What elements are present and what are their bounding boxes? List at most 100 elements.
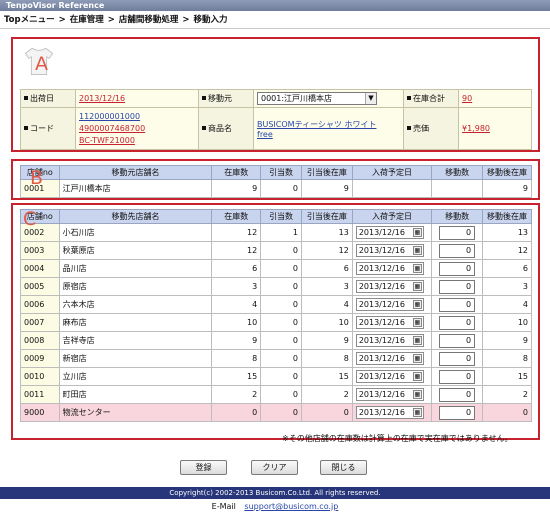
arrival-date-input[interactable]: 2013/12/16 ▦ [355, 388, 424, 401]
arrival-date-input[interactable]: 2013/12/16 ▦ [355, 316, 424, 329]
move-qty-cell: 0 [431, 241, 484, 260]
move-qty-input[interactable]: 0 [439, 279, 476, 294]
breadcrumb-separator: > [182, 15, 190, 25]
calendar-icon[interactable]: ▦ [412, 264, 422, 273]
stock-note: ※その他店舗の在庫数は計算上の在庫で実在庫ではありません。 [282, 434, 513, 443]
arrival-date-cell: 2013/12/16 ▦ [351, 295, 433, 314]
alloc-value: 1 [260, 223, 302, 242]
calendar-icon[interactable]: ▦ [412, 318, 422, 327]
arrival-date-input[interactable]: 2013/12/16 ▦ [355, 244, 424, 257]
arrival-date-cell: 2013/12/16 ▦ [351, 349, 433, 368]
ship-date-value[interactable]: 2013/12/16 [79, 94, 125, 103]
store-code: 0011 [20, 385, 60, 404]
store-name: 品川店 [58, 259, 213, 278]
after-move-value: 13 [482, 223, 532, 242]
after-move-value: 12 [482, 241, 532, 260]
stock-value: 15 [211, 367, 262, 386]
calendar-icon[interactable]: ▦ [412, 408, 422, 417]
arrival-date-cell: 2013/12/16 ▦ [351, 313, 433, 332]
move-qty-input[interactable]: 0 [439, 333, 476, 348]
stock-value: 3 [211, 277, 262, 296]
from-store-select[interactable]: 0001:江戸川橋本店 ▼ [257, 92, 377, 105]
calendar-icon[interactable]: ▦ [412, 282, 422, 291]
from-cell: 0001:江戸川橋本店 ▼ [253, 89, 404, 108]
after-move-value: 9 [482, 179, 532, 198]
move-qty-input[interactable]: 0 [439, 225, 476, 240]
arrival-date-input[interactable]: 2013/12/16 ▦ [355, 370, 424, 383]
arrival-date-input[interactable]: 2013/12/16 ▦ [355, 334, 424, 347]
calendar-icon[interactable]: ▦ [412, 390, 422, 399]
after-alloc-value: 10 [300, 313, 353, 332]
calendar-icon[interactable]: ▦ [412, 228, 422, 237]
alloc-value: 0 [260, 367, 302, 386]
arrival-date-input[interactable]: 2013/12/16 ▦ [355, 352, 424, 365]
table-row: 0004 品川店 6 0 6 2013/12/16 ▦ 0 6 [20, 259, 532, 278]
table-row: 0009 新宿店 8 0 8 2013/12/16 ▦ 0 8 [20, 349, 532, 368]
alloc-value: 0 [260, 331, 302, 350]
move-qty-input[interactable]: 0 [439, 387, 476, 402]
header-info-table: 出荷日 2013/12/16 移動元 0001:江戸川橋本店 ▼ 在庫合計 90 … [20, 89, 532, 150]
move-qty-input[interactable]: 0 [439, 351, 476, 366]
breadcrumb: Topメニュー > 在庫管理 > 店舗間移動処理 > 移動入力 [0, 11, 550, 29]
product-name-link[interactable]: BUSICOMティーシャツ ホワイト free [257, 119, 377, 139]
arrival-date-input[interactable]: 2013/12/16 ▦ [355, 226, 424, 239]
arrival-date-input[interactable]: 2013/12/16 ▦ [355, 406, 424, 419]
calendar-icon[interactable]: ▦ [412, 354, 422, 363]
code-link-3[interactable]: BC-TWF21000 [79, 136, 135, 145]
store-code: 0003 [20, 241, 60, 260]
col-move-qty: 移動数 [431, 209, 484, 224]
stock-value: 2 [211, 385, 262, 404]
calendar-icon[interactable]: ▦ [412, 246, 422, 255]
calendar-icon[interactable]: ▦ [412, 372, 422, 381]
move-qty-cell: 0 [431, 349, 484, 368]
col-after-alloc: 引当後在庫 [300, 165, 353, 180]
after-move-value: 3 [482, 277, 532, 296]
move-qty-input[interactable]: 0 [439, 297, 476, 312]
arrival-value [351, 179, 433, 198]
annotation-c: C [23, 208, 37, 230]
move-qty-input[interactable]: 0 [439, 369, 476, 384]
breadcrumb-stock[interactable]: 在庫管理 [70, 15, 104, 25]
move-qty-input[interactable]: 0 [439, 261, 476, 276]
close-button[interactable]: 閉じる [320, 460, 367, 475]
arrival-date-input[interactable]: 2013/12/16 ▦ [355, 280, 424, 293]
breadcrumb-current: 移動入力 [193, 15, 228, 25]
calendar-icon[interactable]: ▦ [412, 300, 422, 309]
col-arrival: 入荷予定日 [351, 209, 433, 224]
email-link[interactable]: support@busicom.co.jp [244, 502, 338, 511]
store-name: 物流センター [58, 403, 213, 422]
register-button[interactable]: 登録 [180, 460, 227, 475]
arrival-date-input[interactable]: 2013/12/16 ▦ [355, 298, 424, 311]
code-link-1[interactable]: 112000001000 [79, 112, 140, 121]
arrival-date-input[interactable]: 2013/12/16 ▦ [355, 262, 424, 275]
breadcrumb-transfer[interactable]: 店舗間移動処理 [119, 15, 179, 25]
chevron-down-icon: ▼ [365, 93, 376, 104]
stock-value: 4 [211, 295, 262, 314]
stock-total-value[interactable]: 90 [462, 94, 472, 103]
arrival-date-cell: 2013/12/16 ▦ [351, 331, 433, 350]
calendar-icon[interactable]: ▦ [412, 336, 422, 345]
stock-value: 8 [211, 349, 262, 368]
store-name: 町田店 [58, 385, 213, 404]
move-qty-input[interactable]: 0 [439, 243, 476, 258]
move-qty-input[interactable]: 0 [439, 405, 476, 420]
store-code: 0005 [20, 277, 60, 296]
stock-value: 10 [211, 313, 262, 332]
move-value [431, 179, 484, 198]
col-alloc: 引当数 [260, 209, 302, 224]
breadcrumb-top[interactable]: Topメニュー [4, 15, 55, 25]
arrival-date-cell: 2013/12/16 ▦ [351, 241, 433, 260]
store-name: 六本木店 [58, 295, 213, 314]
move-qty-cell: 0 [431, 313, 484, 332]
after-alloc-value: 2 [300, 385, 353, 404]
after-alloc-value: 3 [300, 277, 353, 296]
price-value[interactable]: ¥1,980 [462, 124, 490, 133]
move-qty-cell: 0 [431, 259, 484, 278]
after-move-value: 4 [482, 295, 532, 314]
arrival-date-cell: 2013/12/16 ▦ [351, 223, 433, 242]
email-label: E-Mail [211, 502, 236, 511]
move-qty-input[interactable]: 0 [439, 315, 476, 330]
clear-button[interactable]: クリア [251, 460, 298, 475]
breadcrumb-separator: > [58, 15, 66, 25]
code-link-2[interactable]: 4900007468700 [79, 124, 145, 133]
